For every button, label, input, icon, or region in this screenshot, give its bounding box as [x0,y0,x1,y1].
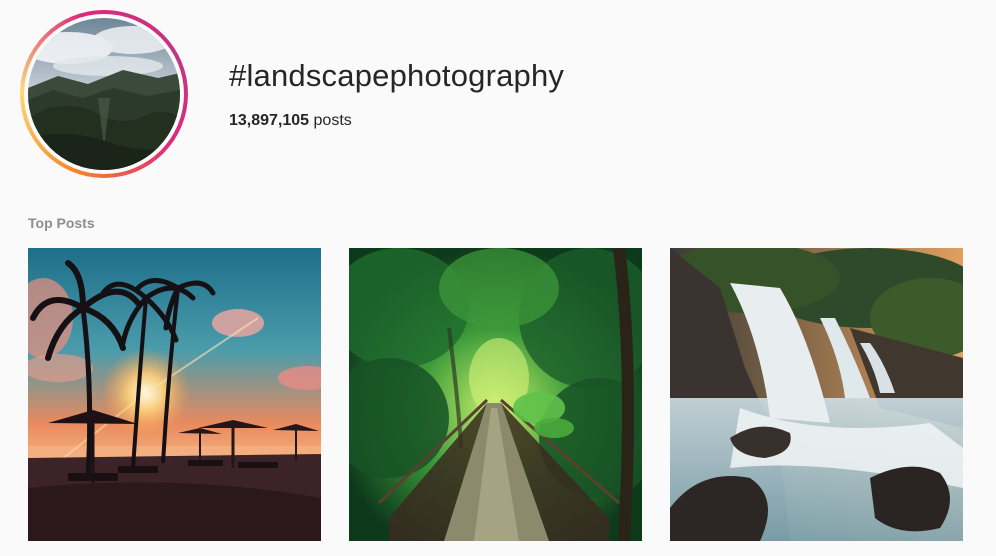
hashtag-title: #landscapephotography [229,58,565,93]
post-count-value: 13,897,105 [229,112,310,129]
avatar-frame [24,14,184,174]
post-count: 13,897,105 posts [229,112,352,130]
top-posts-label: Top Posts [28,215,95,231]
hashtag-avatar-image [28,18,180,170]
top-post-waterfall[interactable] [670,248,963,541]
top-post-beach-sunset[interactable] [28,248,321,541]
top-post-jungle-bridge[interactable] [349,248,642,541]
post-count-suffix: posts [313,112,352,129]
hashtag-avatar-ring[interactable] [20,10,188,178]
